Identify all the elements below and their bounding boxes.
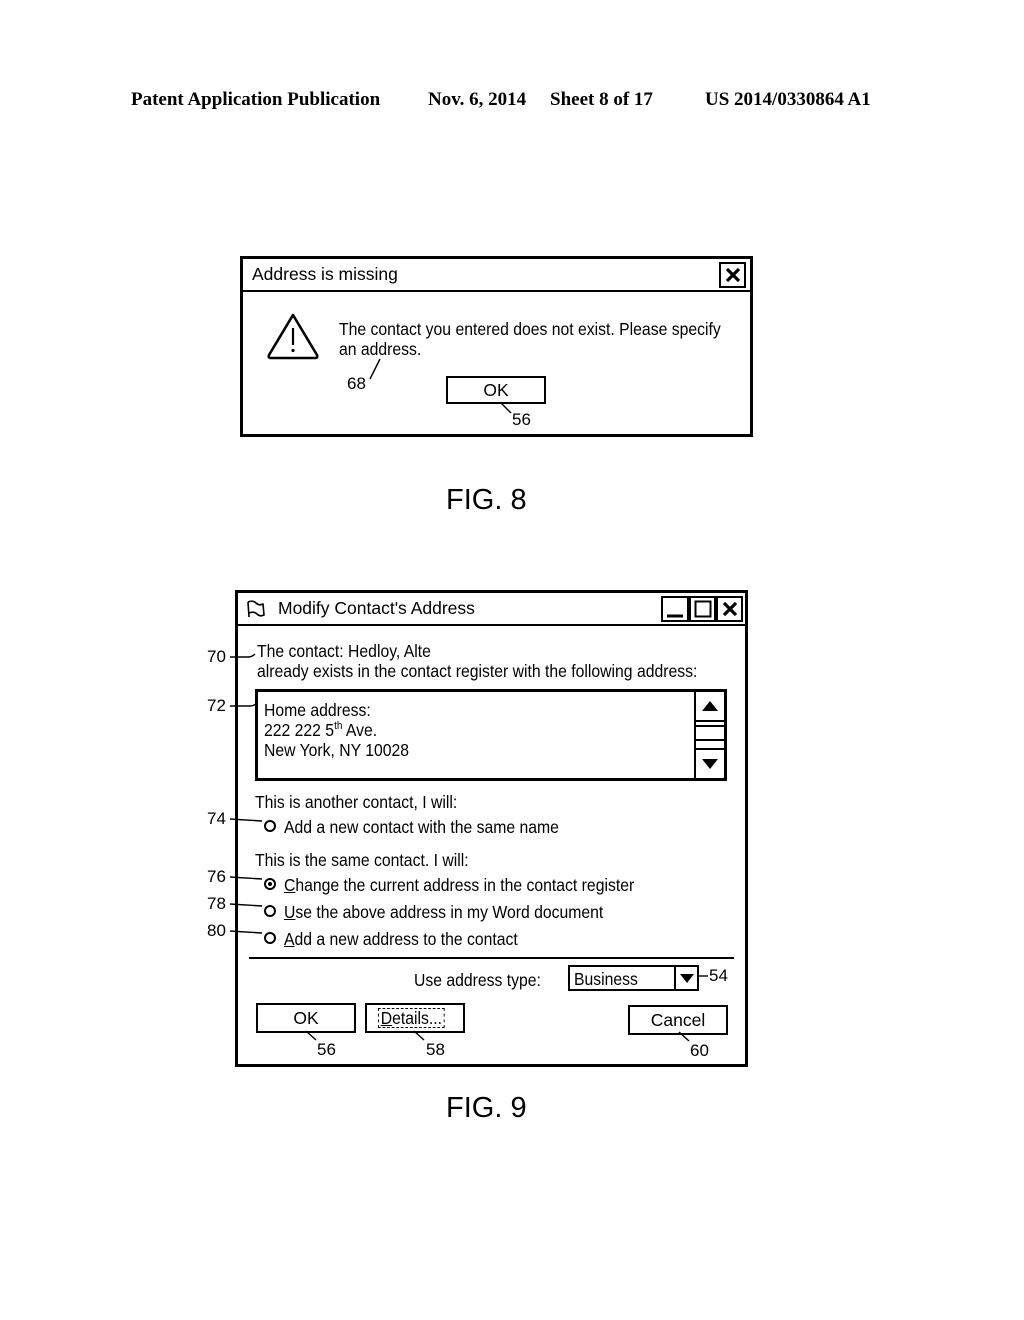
address-type-select[interactable]: Business — [568, 965, 699, 991]
ref-74: 74 — [207, 809, 226, 828]
title-bar: Modify Contact's Address — [238, 593, 745, 626]
option-label: Change the current address in the contac… — [284, 875, 634, 896]
dropdown-button[interactable] — [674, 967, 697, 989]
ok-label: OK — [293, 1007, 319, 1028]
cancel-button[interactable]: Cancel — [628, 1005, 728, 1035]
accelerator-key: C — [284, 875, 296, 895]
ordinal-suffix: th — [334, 720, 343, 733]
option-label: Add a new contact with the same name — [284, 817, 559, 837]
scroll-thumb[interactable] — [696, 725, 724, 741]
close-icon — [722, 601, 737, 617]
address-type-label: Use address type: — [414, 970, 541, 990]
scroll-down-button[interactable] — [696, 748, 724, 778]
title-bar: Address is missing — [243, 259, 750, 292]
details-label: Details... — [377, 1008, 445, 1028]
dialog-title: Modify Contact's Address — [278, 598, 475, 618]
fig-8-caption: FIG. 8 — [446, 484, 527, 516]
publication-label: Patent Application Publication — [131, 89, 381, 110]
warning-triangle-icon — [267, 313, 319, 360]
ok-button[interactable]: OK — [446, 376, 546, 404]
option-add-new-contact[interactable]: Add a new contact with the same name — [264, 817, 724, 837]
close-button[interactable] — [716, 596, 743, 622]
publication-date: Nov. 6, 2014 — [428, 89, 527, 110]
message-line-1: The contact you entered does not exist. … — [339, 319, 721, 339]
option-text: dd a new address to the contact — [294, 929, 518, 949]
address-missing-dialog: Address is missing The contact you enter… — [240, 256, 753, 437]
ref-60: 60 — [690, 1041, 709, 1060]
option-add-new-address[interactable]: Add a new address to the contact — [264, 929, 724, 949]
option-label: Use the above address in my Word documen… — [284, 902, 603, 923]
same-contact-label: This is the same contact. I will: — [255, 850, 469, 870]
minimize-icon — [667, 614, 683, 618]
maximize-button[interactable] — [689, 596, 716, 622]
option-change-address[interactable]: Change the current address in the contac… — [264, 875, 724, 895]
fig-9-caption: FIG. 9 — [446, 1092, 527, 1124]
radio-add-new-address[interactable] — [264, 932, 276, 944]
maximize-icon — [694, 600, 711, 618]
chevron-down-icon — [679, 973, 694, 983]
ref-56: 56 — [317, 1040, 336, 1059]
address-type-value: Business — [574, 969, 638, 989]
minimize-button[interactable] — [661, 596, 689, 622]
street-number: 222 222 5 — [264, 720, 335, 740]
address-line-1: Home address: — [264, 700, 371, 720]
ref-70: 70 — [207, 647, 226, 666]
accelerator-key: A — [284, 929, 295, 949]
flag-icon — [247, 600, 265, 618]
details-button[interactable]: Details... — [365, 1003, 465, 1033]
address-line-3: New York, NY 10028 — [264, 740, 410, 760]
accelerator-key: D — [380, 1008, 393, 1028]
accelerator-key: U — [284, 902, 296, 922]
triangle-up-icon — [702, 701, 718, 711]
ref-80: 80 — [207, 921, 226, 940]
ok-label: OK — [483, 379, 509, 400]
radio-change-address[interactable] — [264, 878, 276, 890]
option-text: se the above address in my Word document — [295, 902, 604, 922]
patent-number: US 2014/0330864 A1 — [705, 89, 871, 110]
ref-68: 68 — [347, 374, 366, 393]
ok-button[interactable]: OK — [256, 1003, 356, 1033]
vertical-scrollbar[interactable] — [694, 692, 724, 778]
contact-exists-text: already exists in the contact register w… — [257, 661, 698, 681]
radio-use-above-address[interactable] — [264, 905, 276, 917]
sheet-number: Sheet 8 of 17 — [550, 89, 653, 110]
dialog-title: Address is missing — [252, 264, 398, 284]
triangle-down-icon — [702, 759, 718, 769]
ref-58: 58 — [426, 1040, 445, 1059]
street-suffix: Ave. — [342, 720, 378, 740]
close-button[interactable] — [719, 262, 746, 288]
address-line-2: 222 222 5th Ave. — [264, 720, 377, 741]
ref-54: 54 — [709, 966, 728, 985]
address-listbox[interactable]: Home address: 222 222 5th Ave. New York,… — [255, 689, 727, 781]
modify-contact-address-dialog: Modify Contact's Address The contact: He… — [235, 590, 748, 1067]
details-text: etails... — [392, 1008, 442, 1028]
ref-76: 76 — [207, 867, 226, 886]
scroll-up-button[interactable] — [696, 692, 724, 722]
radio-add-new-contact[interactable] — [264, 820, 276, 832]
ref-72: 72 — [207, 696, 226, 715]
separator — [249, 957, 734, 959]
close-icon — [725, 267, 740, 283]
option-use-above-address[interactable]: Use the above address in my Word documen… — [264, 902, 724, 922]
option-text: hange the current address in the contact… — [295, 875, 635, 895]
cancel-label: Cancel — [650, 1009, 706, 1030]
another-contact-label: This is another contact, I will: — [255, 792, 458, 812]
contact-name-text: The contact: Hedloy, Alte — [257, 641, 431, 661]
ref-78: 78 — [207, 894, 226, 913]
option-label: Add a new address to the contact — [284, 929, 518, 950]
ref-56-fig8: 56 — [512, 410, 531, 429]
